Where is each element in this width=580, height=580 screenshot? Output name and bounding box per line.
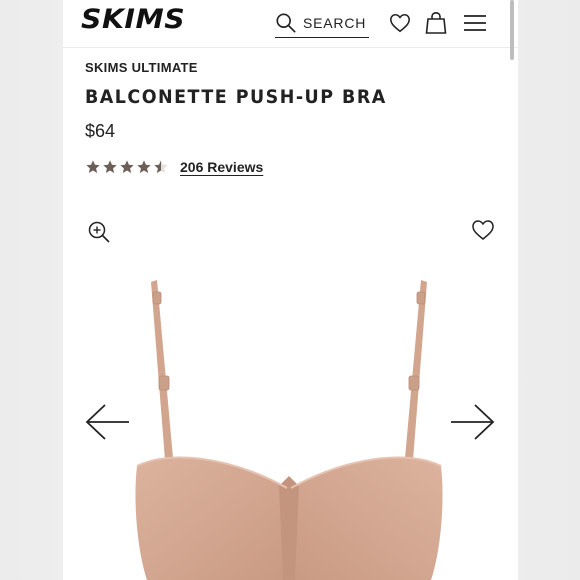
product-price: $64 [85,121,116,141]
arrow-left-icon[interactable] [85,402,131,442]
heart-outline-icon[interactable] [471,218,495,242]
skims-logo[interactable]: SKIMS [81,4,185,35]
star-icon [103,160,117,173]
site-header: SKIMS SEARCH [63,0,518,48]
search-label: SEARCH [303,14,367,31]
product-collection[interactable]: SKIMS ULTIMATE [85,60,198,75]
search-icon [276,12,296,33]
hamburger-menu-icon[interactable] [463,14,487,32]
star-icon [86,160,100,173]
product-title: BALCONETTE PUSH-UP BRA [85,86,387,108]
reviews-link[interactable]: 206 Reviews [180,159,263,175]
heart-icon[interactable] [389,12,411,34]
half-star-icon [154,160,168,173]
product-rating: 206 Reviews [85,159,263,175]
product-page: SKIMS SEARCH SKIMS ULTIMATE BALCONETTE P… [63,0,518,580]
star-icon [120,160,134,173]
shopping-bag-icon[interactable] [425,11,447,35]
star-rating [85,159,170,175]
scrollbar[interactable] [510,0,514,60]
arrow-right-icon[interactable] [449,402,495,442]
star-icon [137,160,151,173]
search-button[interactable]: SEARCH [275,8,369,38]
product-image [135,280,443,580]
zoom-in-icon[interactable] [87,220,111,244]
